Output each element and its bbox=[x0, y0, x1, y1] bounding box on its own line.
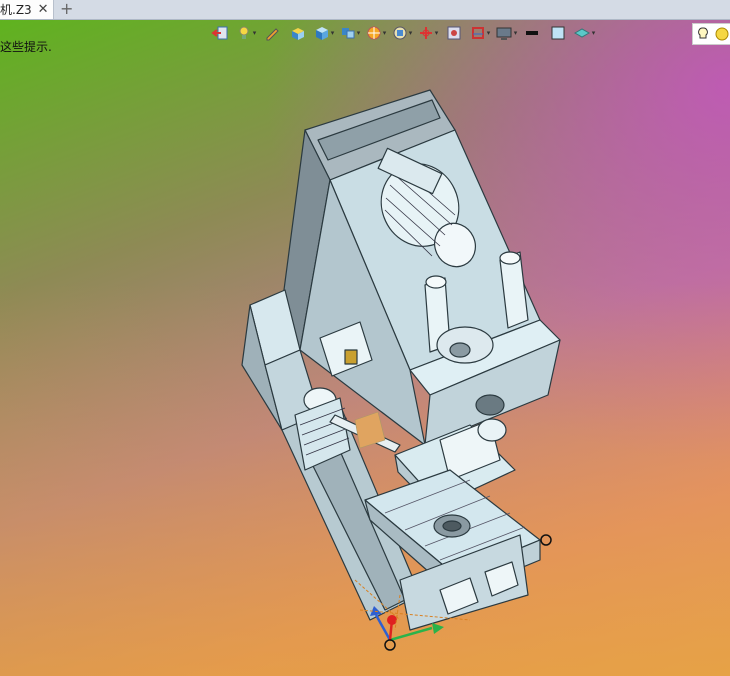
close-icon[interactable]: ✕ bbox=[38, 2, 49, 17]
document-tab[interactable]: 机.Z3 ✕ bbox=[0, 0, 54, 19]
tab-title: 机.Z3 bbox=[0, 3, 32, 17]
add-tab-button[interactable]: + bbox=[60, 0, 73, 18]
3d-viewport[interactable]: 这些提示. ▾ ▾ ▾ ▾ ▾ ▾ ▾ ▾ ▾ bbox=[0, 20, 730, 676]
tab-bar: 机.Z3 ✕ + bbox=[0, 0, 730, 20]
machine-model[interactable] bbox=[0, 20, 730, 676]
